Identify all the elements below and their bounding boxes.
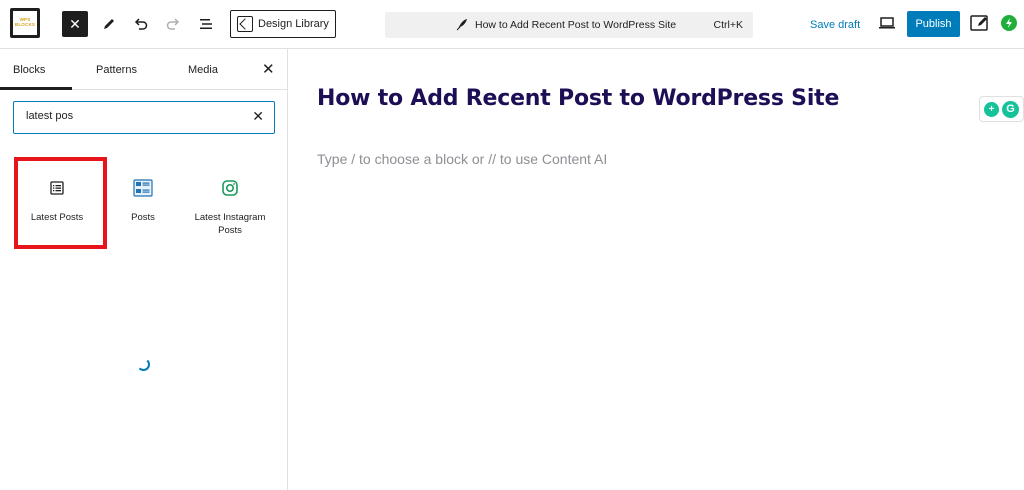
block-label: Latest Instagram Posts <box>194 212 266 236</box>
block-label: Latest Posts <box>30 212 84 223</box>
redo-icon <box>166 18 180 30</box>
grammarly-widget[interactable]: + G <box>979 96 1024 122</box>
publish-button[interactable]: Publish <box>907 11 960 37</box>
bolt-glyph-icon <box>1006 18 1012 28</box>
active-tab-indicator <box>0 87 72 90</box>
tab-media[interactable]: Media <box>188 64 218 76</box>
undo-button[interactable] <box>128 11 154 37</box>
preview-icon[interactable] <box>878 15 896 31</box>
document-overview-button[interactable] <box>193 11 219 37</box>
block-placeholder[interactable]: Type / to choose a block or // to use Co… <box>317 151 607 167</box>
logo-line-2: BLOCKS <box>14 22 36 27</box>
block-search: ✕ <box>13 101 275 134</box>
block-label: Posts <box>131 212 155 223</box>
instagram-icon <box>222 180 238 196</box>
posts-icon <box>133 179 153 197</box>
block-latest-posts[interactable]: Latest Posts <box>15 177 99 225</box>
logo-mark: WPS BLOCKS <box>13 11 37 35</box>
search-input[interactable] <box>26 110 226 122</box>
block-latest-instagram-posts[interactable]: Latest Instagram Posts <box>188 177 272 238</box>
command-palette-bar[interactable]: How to Add Recent Post to WordPress Site… <box>385 12 753 38</box>
editor-toolbar: WPS BLOCKS ✕ Design Library How to Add R… <box>0 0 1024 49</box>
tab-blocks[interactable]: Blocks <box>13 64 45 76</box>
document-title: How to Add Recent Post to WordPress Site <box>475 19 677 31</box>
clear-search-icon[interactable]: ✕ <box>252 108 264 125</box>
redo-button[interactable] <box>160 11 186 37</box>
design-library-button[interactable]: Design Library <box>230 10 336 38</box>
publish-label: Publish <box>915 18 952 30</box>
pencil-icon <box>104 19 114 29</box>
save-draft-button[interactable]: Save draft <box>810 19 860 31</box>
undo-icon <box>134 18 148 30</box>
close-icon: ✕ <box>69 15 81 32</box>
latest-posts-icon <box>50 181 64 195</box>
list-view-icon <box>200 19 212 29</box>
inserter-tabs: Blocks Patterns Media ✕ <box>0 49 287 90</box>
quill-icon <box>456 19 467 31</box>
block-posts[interactable]: Posts <box>101 177 185 225</box>
block-inserter-panel: Blocks Patterns Media ✕ ✕ Latest Posts <box>0 49 288 490</box>
performance-bolt-icon[interactable] <box>1001 15 1017 31</box>
grammarly-logo-icon: G <box>1002 100 1019 118</box>
command-shortcut: Ctrl+K <box>713 19 743 31</box>
site-logo[interactable]: WPS BLOCKS <box>10 8 40 38</box>
tab-patterns[interactable]: Patterns <box>96 64 137 76</box>
post-title[interactable]: How to Add Recent Post to WordPress Site <box>317 86 839 111</box>
grammarly-assist-icon: + <box>984 101 999 117</box>
close-inserter-button[interactable]: ✕ <box>62 11 88 37</box>
design-library-label: Design Library <box>258 18 329 30</box>
design-library-icon <box>237 16 253 32</box>
loading-spinner-icon <box>137 358 150 371</box>
close-icon[interactable]: ✕ <box>262 60 275 78</box>
settings-panel-icon[interactable] <box>970 14 990 32</box>
tools-button[interactable] <box>96 11 122 37</box>
